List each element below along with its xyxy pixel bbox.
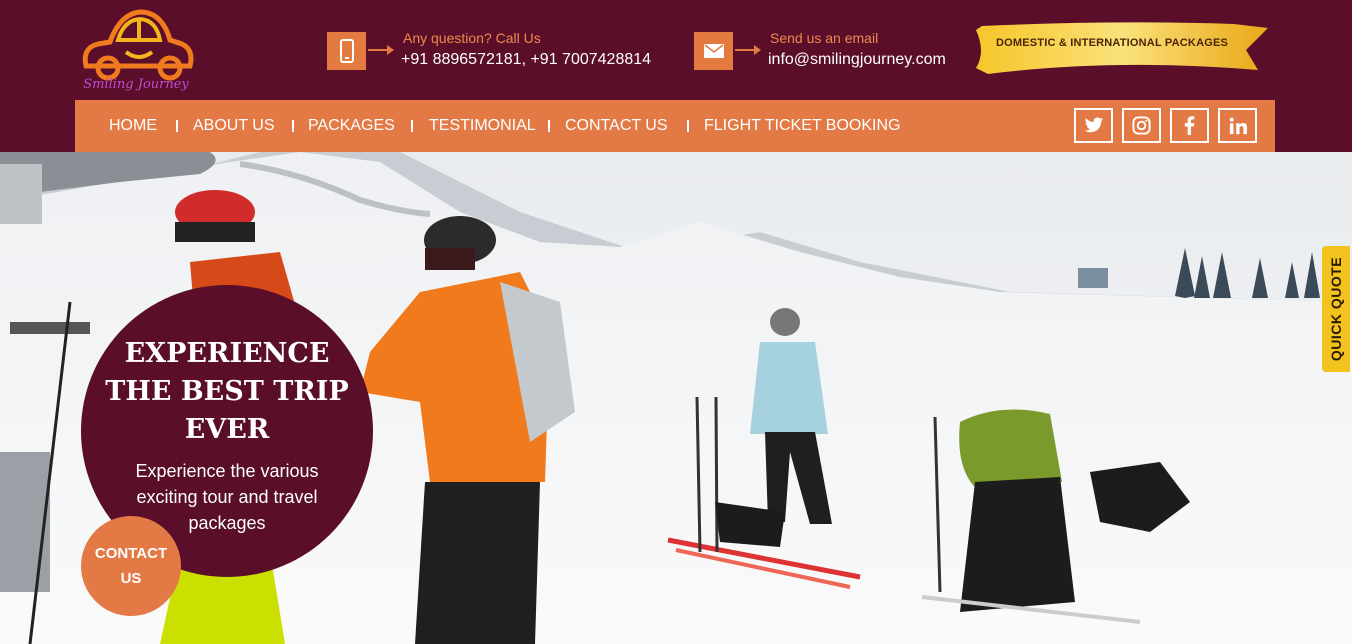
nav-item-about-us[interactable]: ABOUT US (193, 100, 275, 152)
mobile-phone-icon (327, 32, 366, 70)
linkedin-icon[interactable] (1218, 108, 1257, 143)
page: Smiling Journey Any question? Call Us +9… (0, 0, 1352, 644)
nav-item-home[interactable]: HOME (109, 100, 157, 152)
nav-item-contact-us[interactable]: CONTACT US (565, 100, 668, 152)
logo-text: Smiling Journey (83, 77, 189, 92)
email-address[interactable]: info@smilingjourney.com (768, 51, 946, 69)
phone-contact: Any question? Call Us +91 8896572181, +9… (327, 30, 667, 72)
arrow-right-icon (735, 45, 761, 55)
nav-item-flight-ticket-booking[interactable]: FLIGHT TICKET BOOKING (704, 100, 900, 152)
email-contact: Send us an email info@smilingjourney.com (694, 30, 984, 72)
email-label: Send us an email (770, 30, 879, 46)
hero-title: EXPERIENCE THE BEST TRIP EVER (105, 338, 349, 445)
contact-us-button[interactable]: CONTACT US (81, 516, 181, 616)
phone-label: Any question? Call Us (403, 30, 541, 46)
ribbon-text: DOMESTIC & INTERNATIONAL PACKAGES (995, 37, 1229, 49)
nav-separator (411, 120, 413, 132)
phone-numbers[interactable]: +91 8896572181, +91 7007428814 (401, 51, 651, 69)
header: Smiling Journey Any question? Call Us +9… (0, 0, 1352, 152)
nav-separator (176, 120, 178, 132)
instagram-icon[interactable] (1122, 108, 1161, 143)
main-nav: HOME ABOUT US PACKAGES TESTIMONIAL CONTA… (75, 100, 1275, 152)
nav-item-testimonial[interactable]: TESTIMONIAL (429, 100, 536, 152)
twitter-icon[interactable] (1074, 108, 1113, 143)
nav-item-packages[interactable]: PACKAGES (308, 100, 395, 152)
nav-separator (292, 120, 294, 132)
facebook-icon[interactable] (1170, 108, 1209, 143)
packages-ribbon[interactable]: DOMESTIC & INTERNATIONAL PACKAGES (974, 20, 1270, 78)
nav-separator (548, 120, 550, 132)
nav-separator (687, 120, 689, 132)
envelope-icon (694, 32, 733, 70)
logo[interactable]: Smiling Journey (74, 4, 198, 96)
arrow-right-icon (368, 45, 394, 55)
quick-quote-tab[interactable]: QUICK QUOTE (1322, 246, 1350, 372)
quick-quote-label: QUICK QUOTE (1328, 256, 1344, 362)
